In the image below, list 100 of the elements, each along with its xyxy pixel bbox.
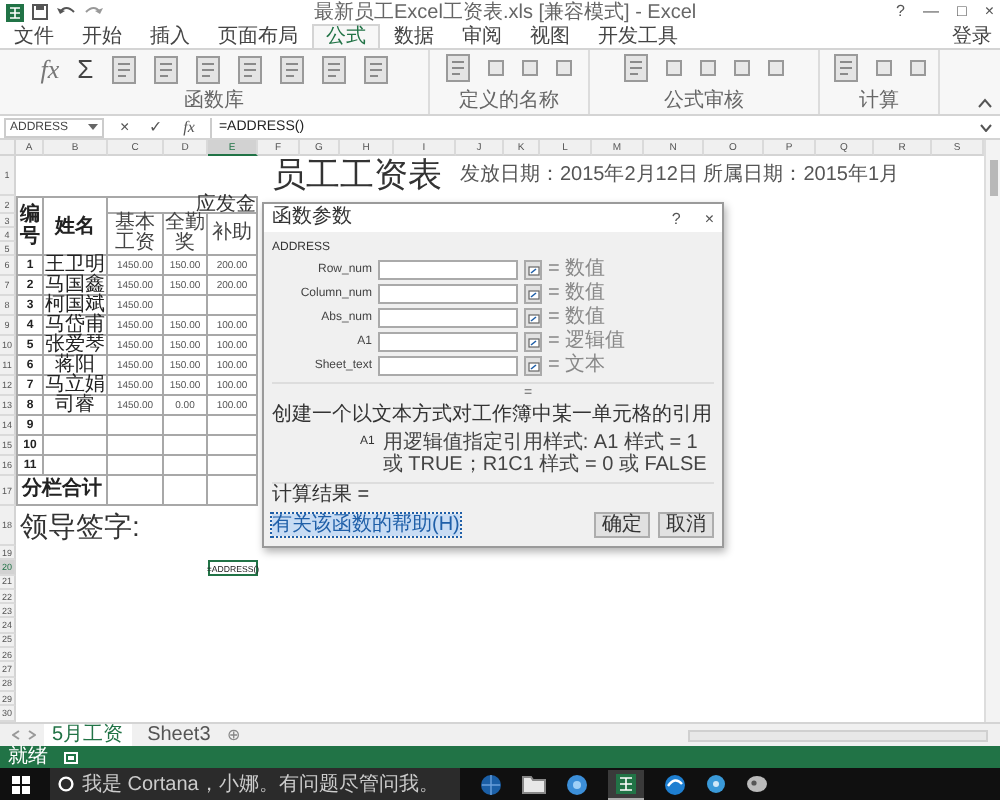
document-icon[interactable] — [195, 56, 220, 84]
document-icon[interactable] — [833, 54, 857, 82]
input-field[interactable] — [378, 260, 518, 280]
spreadsheet-icon[interactable] — [6, 3, 24, 21]
dialog-action-button[interactable]: 取消 — [658, 512, 714, 538]
small-tool-icon[interactable] — [666, 60, 682, 76]
window-button[interactable]: — — [922, 2, 939, 22]
ribbon-tab[interactable]: 开发工具 — [584, 24, 692, 48]
dialog-action-button[interactable]: 确定 — [594, 512, 650, 538]
name-cell: 张爱琴 — [44, 336, 108, 356]
column-heading: 基本工资 — [108, 214, 164, 256]
redo-icon[interactable] — [84, 4, 104, 20]
empty-cell — [44, 456, 108, 476]
column-heading: 姓名 — [44, 196, 108, 256]
ribbon-tab[interactable]: 页面布局 — [204, 24, 312, 48]
small-tool-icon[interactable] — [556, 60, 572, 76]
empty-cell — [108, 436, 164, 456]
previous-sheet-icon[interactable] — [12, 730, 20, 740]
help-link[interactable]: 有关该函数的帮助(H) — [272, 514, 460, 536]
empty-cell — [164, 456, 208, 476]
search-field[interactable]: 我是 Cortana，小娜。有问题尽管问我。 — [50, 768, 460, 800]
dialog-button[interactable]: ? — [671, 209, 681, 227]
window-button[interactable]: × — [984, 2, 994, 22]
scroll-bar[interactable] — [688, 729, 988, 741]
spreadsheet-icon[interactable] — [616, 773, 636, 793]
small-tool-icon[interactable] — [768, 60, 784, 76]
function-description: 创建一个以文本方式对工作簿中某一单元格的引用 — [272, 404, 714, 428]
save-icon[interactable] — [32, 4, 48, 20]
argument-value: = 数值 — [548, 260, 608, 280]
sheet-tab[interactable]: Sheet3 — [139, 724, 219, 746]
windows-logo-icon[interactable] — [12, 775, 30, 793]
next-sheet-icon[interactable] — [28, 730, 36, 740]
input-field[interactable] — [378, 332, 518, 352]
ribbon-tab[interactable]: 开始 — [68, 24, 136, 48]
document-icon[interactable] — [321, 56, 346, 84]
macro-record-icon[interactable] — [64, 751, 78, 763]
document-icon[interactable] — [363, 56, 388, 84]
range-button[interactable] — [524, 308, 542, 328]
undo-icon[interactable] — [56, 4, 76, 20]
ribbon-tab[interactable]: 数据 — [380, 24, 448, 48]
dialog-button[interactable]: × — [704, 209, 714, 227]
window-button[interactable]: ? — [896, 2, 905, 22]
document-icon[interactable] — [153, 56, 178, 84]
small-tool-icon[interactable] — [522, 60, 538, 76]
formula-button[interactable]: × — [116, 117, 134, 137]
argument-value: = 逻辑值 — [548, 332, 628, 352]
collapse-caret-icon[interactable] — [978, 98, 992, 108]
group-heading: 应发金 — [108, 196, 258, 214]
range-button[interactable] — [524, 356, 542, 376]
column-heading: 全勤奖 — [164, 214, 208, 256]
document-icon[interactable] — [624, 54, 648, 82]
globe-icon[interactable] — [664, 773, 686, 795]
argument-description: 用逻辑值指定引用样式: A1 样式 = 1 或 TRUE；R1C1 样式 = 0 或 FALSE — [382, 432, 709, 476]
document-icon[interactable] — [111, 56, 136, 84]
argument-value: = 数值 — [548, 284, 608, 304]
input-field[interactable] — [378, 308, 518, 328]
document-icon[interactable] — [279, 56, 304, 84]
expand-caret-icon[interactable] — [980, 123, 992, 131]
small-tool-icon[interactable] — [734, 60, 750, 76]
input-field[interactable] — [378, 284, 518, 304]
group-label: 函数库 — [184, 92, 244, 112]
empty-cell — [44, 436, 108, 456]
function-button[interactable]: Σ — [77, 54, 94, 86]
window-button[interactable]: □ — [956, 2, 967, 22]
ribbon-tab[interactable]: 文件 — [0, 24, 68, 48]
grid-arrow-icon — [527, 265, 539, 275]
small-tool-icon[interactable] — [875, 60, 891, 76]
document-icon[interactable] — [446, 54, 470, 82]
name-cell: 王卫明 — [44, 256, 108, 276]
scroll-bar[interactable] — [984, 140, 1000, 722]
function-button[interactable]: fx — [40, 54, 60, 86]
group-label: 计算 — [859, 92, 899, 112]
help-circle-icon[interactable] — [706, 774, 726, 794]
ribbon-tab[interactable]: 审阅 — [448, 24, 516, 48]
name-cell: 马岱甫 — [44, 316, 108, 336]
grid-arrow-icon — [527, 313, 539, 323]
small-tool-icon[interactable] — [488, 60, 504, 76]
range-button[interactable] — [524, 260, 542, 280]
empty-cell — [164, 436, 208, 456]
small-tool-icon[interactable] — [700, 60, 716, 76]
range-button[interactable] — [524, 284, 542, 304]
sign-in-link[interactable]: 登录 — [952, 24, 992, 48]
ribbon-tab[interactable]: 公式 — [312, 24, 380, 48]
ribbon-tab[interactable]: 插入 — [136, 24, 204, 48]
sheet-tab[interactable]: 5月工资 — [44, 723, 132, 747]
browser-icon[interactable] — [566, 773, 588, 795]
document-icon[interactable] — [237, 56, 262, 84]
ribbon-tab[interactable]: 视图 — [516, 24, 584, 48]
dropdown-caret-icon — [88, 124, 98, 130]
range-button[interactable] — [524, 332, 542, 352]
date-info: 发放日期：2015年2月12日 所属日期：2015年1月 — [458, 161, 902, 190]
folder-icon[interactable] — [522, 774, 546, 794]
formula-button[interactable]: ✓ — [145, 117, 168, 137]
small-tool-icon[interactable] — [909, 60, 925, 76]
input-field[interactable] — [378, 356, 518, 376]
formula-button[interactable]: fx — [179, 117, 199, 137]
name-cell: 蒋阳 — [44, 356, 108, 376]
globe-icon[interactable] — [480, 773, 502, 795]
app-icon[interactable] — [746, 774, 768, 794]
empty-cell — [44, 416, 108, 436]
